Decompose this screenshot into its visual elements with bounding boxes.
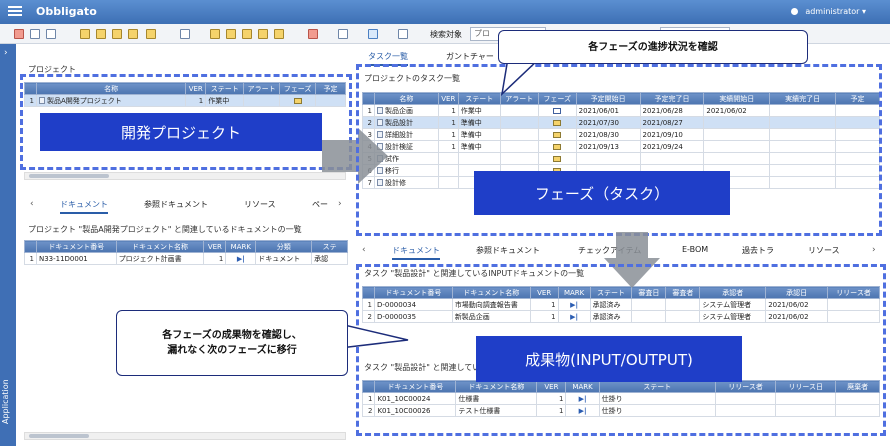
tool-icon-11[interactable] [226, 29, 236, 39]
tool-icon-17[interactable] [368, 29, 378, 39]
chevron-right-icon[interactable]: › [4, 48, 8, 58]
tool-icon-3[interactable] [46, 29, 56, 39]
bubble-progress: 各フェーズの進捗状況を確認 [498, 30, 808, 64]
user-icon [791, 8, 798, 15]
tool-icon-9[interactable] [180, 29, 190, 39]
project-scrollbar[interactable] [24, 172, 346, 180]
tool-icon-8[interactable] [146, 29, 156, 39]
col-state[interactable]: ステ [311, 240, 348, 253]
tool-icon-14[interactable] [274, 29, 284, 39]
phase-annotation: フェーズ（タスク） [474, 171, 730, 215]
tab-document[interactable]: ドキュメント [60, 199, 108, 214]
table-row[interactable]: 1 N33-11D0001 プロジェクト計画書 1 ▶| ドキュメント 承認 [24, 252, 348, 265]
left-doc-scrollbar[interactable] [24, 432, 346, 440]
left-tabs: ‹ ドキュメント 参照ドキュメント リソース ペー › [24, 196, 348, 214]
col-category[interactable]: 分類 [255, 240, 313, 253]
tab-page[interactable]: ペー [312, 199, 328, 210]
tool-icon-10[interactable] [210, 29, 220, 39]
user-menu[interactable]: administrator ▾ [805, 7, 866, 16]
mark-icon[interactable]: ▶| [225, 252, 257, 265]
project-annotation: 開発プロジェクト [40, 113, 322, 151]
tool-icon-4[interactable] [80, 29, 90, 39]
tool-icon-12[interactable] [242, 29, 252, 39]
chevron-right-icon[interactable]: › [872, 245, 876, 255]
app-header: Obbligato administrator ▾ [0, 0, 890, 24]
tool-icon-13[interactable] [258, 29, 268, 39]
tool-icon-16[interactable] [338, 29, 348, 39]
app-title: Obbligato [36, 5, 97, 18]
app-sidebar: › Application [0, 44, 16, 446]
left-doc-table: ドキュメント番号 ドキュメント名称 VER MARK 分類 ステ 1 N33-1… [24, 240, 348, 265]
col-doc-name[interactable]: ドキュメント名称 [115, 240, 205, 253]
search-label: 検索対象 [430, 30, 462, 39]
tab-reference-document[interactable]: 参照ドキュメント [144, 199, 208, 210]
tool-icon-1[interactable] [14, 29, 24, 39]
tab-ebom[interactable]: E-BOM [682, 245, 708, 254]
sidebar-label[interactable]: Application [1, 379, 10, 424]
tool-icon-15[interactable] [308, 29, 318, 39]
col-mark[interactable]: MARK [225, 240, 257, 253]
bubble-deliverables: 各フェーズの成果物を確認し、 漏れなく次のフェーズに移行 [116, 310, 348, 376]
tab-past-trouble[interactable]: 過去トラ [742, 245, 774, 256]
col-ver[interactable]: VER [203, 240, 227, 253]
col-doc-number[interactable]: ドキュメント番号 [35, 240, 117, 253]
chevron-right-icon[interactable]: › [338, 199, 342, 209]
tab-gantt[interactable]: ガントチャー [446, 51, 494, 62]
chevron-left-icon[interactable]: ‹ [30, 199, 34, 209]
bubble-tail-left [340, 323, 409, 349]
deliverable-annotation: 成果物(INPUT/OUTPUT) [476, 336, 742, 382]
tab-reference-document[interactable]: 参照ドキュメント [476, 245, 540, 256]
tool-icon-7[interactable] [128, 29, 138, 39]
left-doc-title: プロジェクト "製品A開発プロジェクト" と関連しているドキュメントの一覧 [28, 225, 302, 234]
menu-icon[interactable] [8, 4, 22, 18]
tool-icon-6[interactable] [112, 29, 122, 39]
tool-icon-2[interactable] [30, 29, 40, 39]
tool-icon-5[interactable] [96, 29, 106, 39]
tool-icon-18[interactable] [398, 29, 408, 39]
tab-resource[interactable]: リソース [244, 199, 276, 210]
bubble-tail-top [500, 58, 542, 97]
tab-document[interactable]: ドキュメント [392, 245, 440, 260]
tab-resource[interactable]: リソース [808, 245, 840, 256]
chevron-left-icon[interactable]: ‹ [362, 245, 366, 255]
